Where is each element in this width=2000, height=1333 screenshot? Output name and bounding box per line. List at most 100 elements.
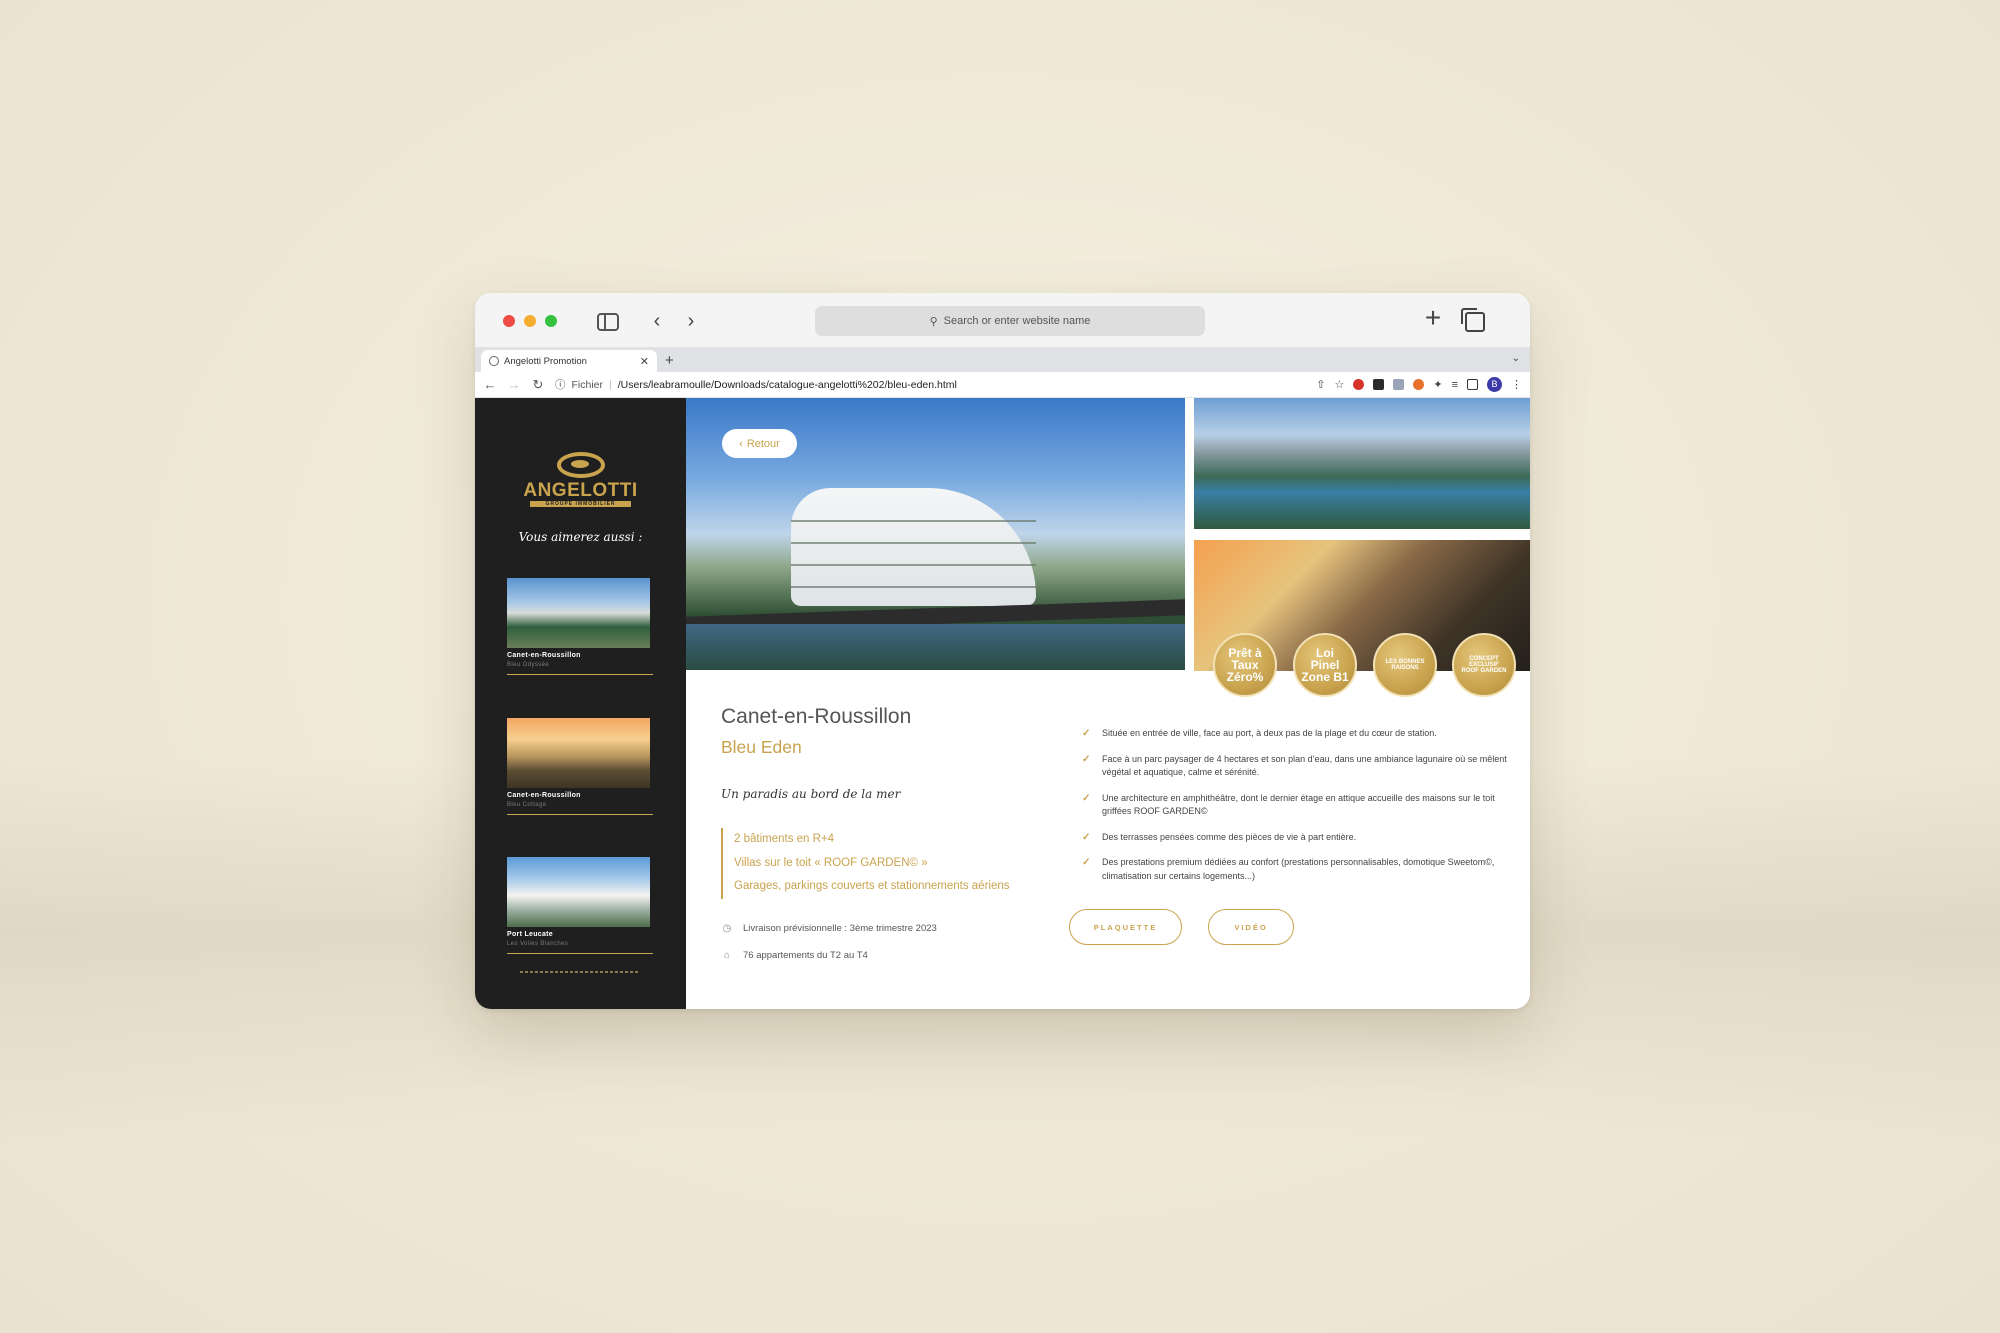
related-card-bleu-odyssee[interactable]: Canet-en-Roussillon Bleu Odyssée [507,578,653,675]
programme-name: Bleu Eden [721,737,802,757]
star-icon[interactable]: ☆ [1334,378,1344,391]
highlight-item: ✓ Située en entrée de ville, face au por… [1082,727,1512,741]
programme-city: Canet-en-Roussillon [721,705,912,728]
highlight-item: ✓ Face à un parc paysager de 4 hectares … [1082,753,1512,780]
chrome-tab-strip: Angelotti Promotion ✕ + ⌄ [475,348,1530,372]
related-card-bleu-cottage[interactable]: Canet-en-Roussillon Bleu Cottage [507,718,653,815]
logo-subtitle: GROUPE IMMOBILIER [530,501,631,507]
reading-list-icon[interactable]: ≡ [1452,379,1458,391]
globe-icon [489,356,499,366]
tab-angelotti[interactable]: Angelotti Promotion ✕ [481,350,657,372]
related-card-image[interactable] [507,578,650,648]
url-field[interactable]: ⓘ Fichier | /Users/leabramoulle/Download… [555,377,1306,392]
extension-grid-icon[interactable] [1393,379,1405,390]
sidebar-toggle-icon[interactable] [597,313,619,331]
url-path: /Users/leabramoulle/Downloads/catalogue-… [617,378,957,391]
new-tab-button[interactable]: + [665,352,674,369]
hero-water-shape [686,624,1185,670]
programme-tagline: Un paradis au bord de la mer [721,787,901,801]
apartments-info: ⌂ 76 appartements du T2 au T4 [721,950,868,961]
badge-roof-garden: CONCEPT EXCLUSIF ROOF GARDEN [1452,633,1516,697]
related-card-name: Bleu Odyssée [507,662,550,668]
highlight-item: ✓ Des prestations premium dédiées au con… [1082,856,1512,883]
profile-avatar[interactable]: B [1487,377,1502,392]
home-icon: ⌂ [723,950,731,961]
check-icon: ✓ [1082,857,1091,868]
highlight-text: Face à un parc paysager de 4 hectares et… [1102,753,1507,778]
close-window-button[interactable] [503,315,515,327]
url-scheme: Fichier [571,378,604,391]
side-panel-icon[interactable] [1467,379,1478,390]
video-button[interactable]: VIDÉO [1208,909,1294,945]
url-separator: | [609,378,612,391]
back-icon[interactable]: ← [483,377,497,392]
reload-icon[interactable]: ↻ [531,377,545,393]
feature-item: 2 bâtiments en R+4 [734,833,835,845]
divider [507,953,653,954]
back-button-label: Retour [746,437,780,450]
delivery-info: ◷ Livraison prévisionnelle : 3ème trimes… [721,923,937,934]
address-placeholder: Search or enter website name [943,315,1091,327]
gallery-photo-aerial[interactable] [1194,398,1530,529]
back-button[interactable]: ‹ Retour [722,429,797,458]
share-icon[interactable]: ⇧ [1316,378,1325,391]
related-card-image[interactable] [507,857,650,927]
plaquette-button[interactable]: PLAQUETTE [1069,909,1182,945]
badge-bonnes-raisons: LES BONNES RAISONS [1373,633,1437,697]
menu-dots-icon[interactable]: ⋮ [1511,378,1522,391]
highlight-text: Située en entrée de ville, face au port,… [1102,728,1437,738]
close-tab-icon[interactable]: ✕ [640,355,649,368]
highlight-item: ✓ Une architecture en amphithéâtre, dont… [1082,792,1512,819]
apartments-text: 76 appartements du T2 au T4 [743,950,868,961]
feature-item: Villas sur le toit « ROOF GARDEN© » [734,856,928,869]
feature-list: 2 bâtiments en R+4 Villas sur le toit « … [721,828,1010,899]
sidebar-heading: Vous aimerez aussi : [518,530,643,544]
extension-eyedropper-icon[interactable] [1373,379,1385,390]
check-icon: ✓ [1082,728,1091,739]
badge-ptz: Prêt à Taux Zéro% [1213,633,1277,697]
highlight-text: Des prestations premium dédiées au confo… [1102,857,1495,881]
divider [507,814,653,815]
angelotti-logo-icon[interactable] [557,452,605,478]
badge-pinel: Loi Pinel Zone B1 [1293,633,1357,697]
safari-toolbar: ‹ › ⚲ Search or enter website name + [475,293,1530,348]
extension-orange-icon[interactable] [1413,379,1425,390]
clock-icon: ◷ [722,923,732,934]
delivery-text: Livraison prévisionnelle : 3ème trimestr… [743,923,937,934]
minimize-window-button[interactable] [524,315,536,327]
highlights-list: ✓ Située en entrée de ville, face au por… [1082,727,1512,895]
related-card-city: Canet-en-Roussillon [507,792,581,799]
related-card-name: Bleu Cottage [507,802,547,808]
highlight-text: Une architecture en amphithéâtre, dont l… [1102,792,1495,817]
check-icon: ✓ [1082,753,1091,765]
forward-icon[interactable]: → [507,377,521,392]
web-page: ANGELOTTI GROUPE IMMOBILIER Vous aimerez… [475,398,1530,1009]
zoom-window-button[interactable] [545,315,557,327]
check-icon: ✓ [1082,792,1091,804]
new-tab-plus-icon[interactable]: + [1421,304,1445,332]
forward-arrow-icon[interactable]: › [679,310,703,332]
search-icon: ⚲ [929,315,938,328]
back-arrow-icon[interactable]: ‹ [645,310,669,332]
check-icon: ✓ [1082,831,1091,843]
extension-red-icon[interactable] [1353,379,1365,390]
puzzle-icon[interactable]: ✦ [1433,378,1442,391]
related-card-name: Les Voiles Blanches [507,941,569,947]
chrome-omnibar: ← → ↻ ⓘ Fichier | /Users/leabramoulle/Do… [475,372,1530,398]
chevron-down-icon[interactable]: ⌄ [1512,353,1520,364]
related-card-les-voiles-blanches[interactable]: Port Leucate Les Voiles Blanches [507,857,653,954]
chevron-left-icon: ‹ [739,437,743,450]
browser-window: ‹ › ⚲ Search or enter website name + Ang… [475,293,1530,1009]
related-card-image[interactable] [507,718,650,788]
logo-text: ANGELOTTI [523,480,638,501]
related-card-city: Port Leucate [507,931,553,938]
tab-overview-icon[interactable] [1461,308,1485,332]
sidebar-footer-note [520,971,640,973]
window-controls [503,315,557,327]
tab-title: Angelotti Promotion [504,355,587,367]
divider [507,674,653,675]
highlight-text: Des terrasses pensées comme des pièces d… [1102,831,1357,842]
safari-address-bar[interactable]: ⚲ Search or enter website name [815,306,1205,336]
feature-item: Garages, parkings couverts et stationnem… [734,880,1010,892]
hero-image: ‹ Retour [686,398,1185,670]
